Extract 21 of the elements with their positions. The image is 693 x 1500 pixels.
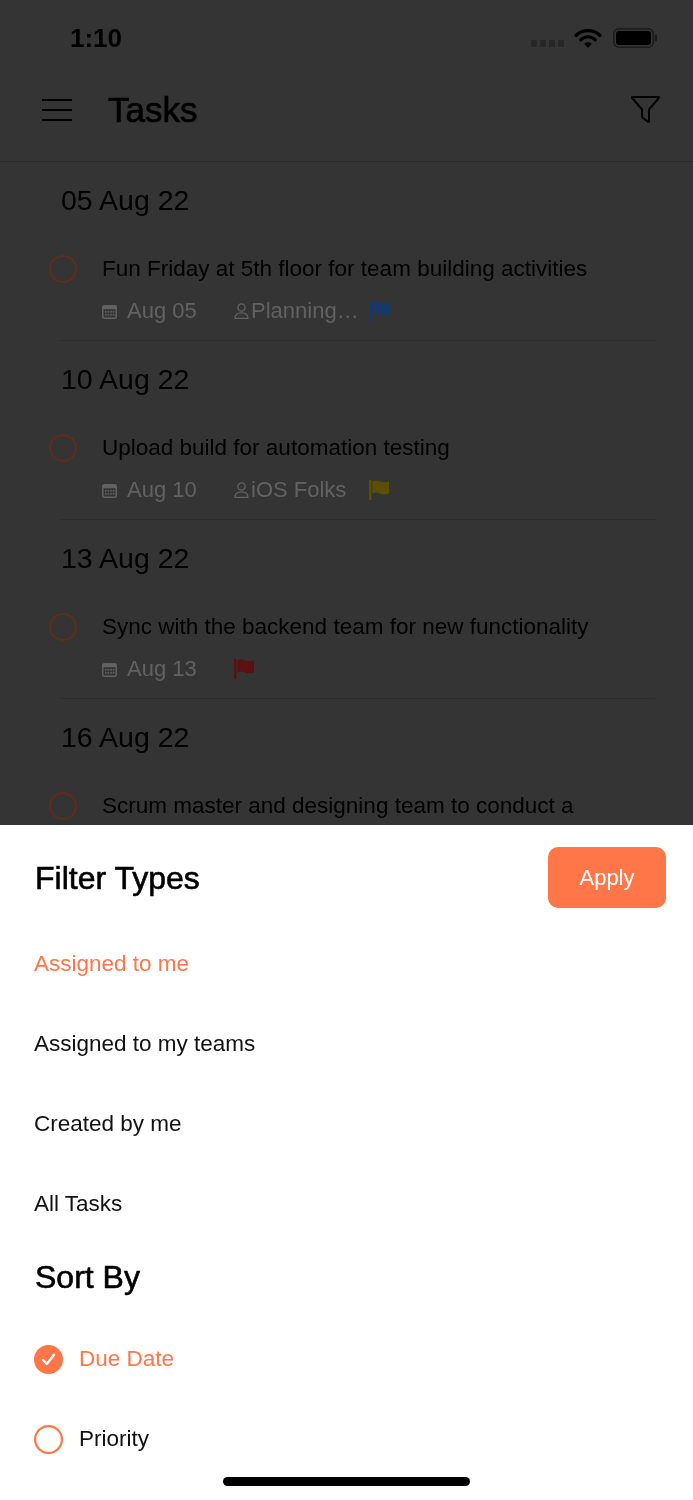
sort-radio-option[interactable]: Priority (34, 1424, 149, 1454)
person-icon (234, 303, 249, 319)
radio-checked-icon (34, 1344, 63, 1374)
calendar-icon (102, 303, 117, 319)
filter-option[interactable]: All Tasks (34, 1190, 123, 1218)
task-checkbox[interactable] (49, 613, 77, 641)
person-icon (234, 482, 249, 498)
calendar-icon (102, 661, 117, 677)
task-checkbox[interactable] (49, 255, 77, 283)
section-title: Sort By (35, 1258, 140, 1296)
filter-button[interactable] (630, 95, 661, 124)
menu-button[interactable] (42, 98, 72, 121)
calendar-icon (102, 482, 117, 498)
filter-option[interactable]: Created by me (34, 1110, 182, 1138)
task-checkbox[interactable] (49, 434, 77, 462)
wifi-icon (574, 28, 602, 48)
task-checkbox[interactable] (49, 792, 77, 820)
filter-option[interactable]: Assigned to my teams (34, 1030, 256, 1058)
radio-unchecked-icon (34, 1424, 63, 1454)
battery-icon (613, 28, 657, 48)
sheet-title: Filter Types (35, 858, 200, 897)
